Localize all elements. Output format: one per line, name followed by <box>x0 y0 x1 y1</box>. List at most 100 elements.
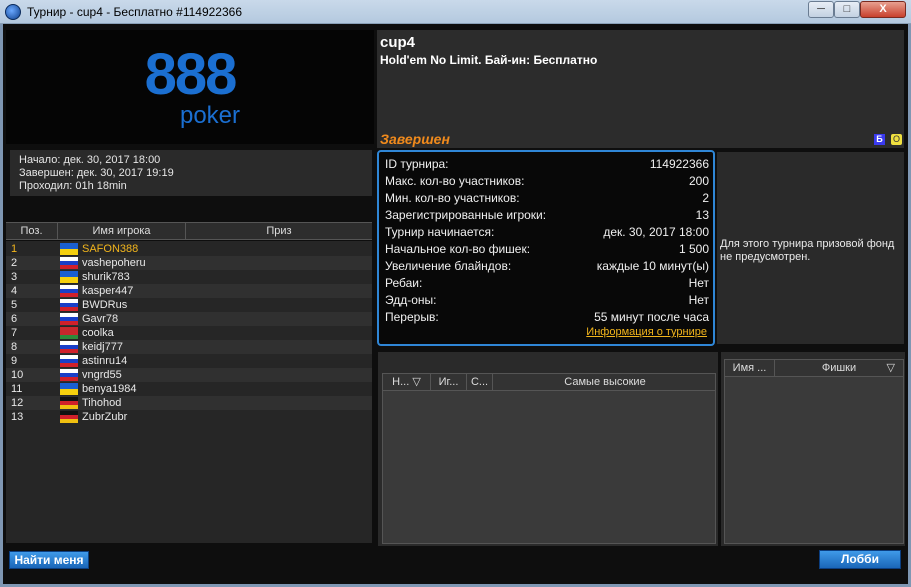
title-bar[interactable]: Турнир - cup4 - Бесплатно #114922366 ─ □… <box>0 0 911 24</box>
col-chips-name[interactable]: Имя ... <box>725 360 775 377</box>
player-row[interactable]: 9 astinru14 <box>6 354 372 368</box>
info-row: Ребаи: Нет <box>385 275 709 292</box>
info-row: Эдд-оны: Нет <box>385 292 709 309</box>
country-flag-icon <box>60 383 78 395</box>
player-row[interactable]: 12 Tihohod <box>6 396 372 410</box>
tournament-name: cup4 <box>380 34 416 51</box>
tournament-info-link[interactable]: Информация о турнире <box>586 326 707 338</box>
info-value: дек. 30, 2017 18:00 <box>603 225 709 239</box>
player-row[interactable]: 1 SAFON388 <box>6 242 372 256</box>
logo-panel: 888 poker <box>6 30 374 144</box>
o-badge-icon: O <box>891 134 902 145</box>
maximize-button[interactable]: □ <box>834 1 860 18</box>
col-table-name[interactable]: Н... ▽ <box>383 374 431 391</box>
minimize-button[interactable]: ─ <box>808 1 834 18</box>
tables-list <box>382 391 716 544</box>
col-chips-label: Фишки <box>821 362 857 374</box>
player-row[interactable]: 2 vashepoheru <box>6 256 372 270</box>
col-prize[interactable]: Приз <box>186 223 372 240</box>
times-panel: Начало: дек. 30, 2017 18:00 Завершен: де… <box>10 150 372 196</box>
player-position: 6 <box>11 313 18 325</box>
finish-time: Завершен: дек. 30, 2017 19:19 <box>19 167 174 179</box>
col-player-name[interactable]: Имя игрока <box>58 223 186 240</box>
col-table-name-label: Н... <box>392 376 410 388</box>
player-row[interactable]: 6 Gavr78 <box>6 312 372 326</box>
info-label: Увеличение блайндов: <box>385 259 512 273</box>
info-value: 55 минут после часа <box>594 310 709 324</box>
player-name: vashepoheru <box>82 257 146 269</box>
logo-888: 888 <box>144 42 238 107</box>
info-value: Нет <box>688 293 709 307</box>
player-position: 10 <box>11 369 24 381</box>
player-name: vngrd55 <box>82 369 122 381</box>
info-value: Нет <box>688 276 709 290</box>
player-position: 8 <box>11 341 18 353</box>
info-value: каждые 10 минут(ы) <box>596 259 709 273</box>
window-title: Турнир - cup4 - Бесплатно #114922366 <box>27 5 242 19</box>
player-row[interactable]: 13 ZubrZubr <box>6 410 372 424</box>
country-flag-icon <box>60 341 78 353</box>
player-row[interactable]: 7 coolka <box>6 326 372 340</box>
country-flag-icon <box>60 257 78 269</box>
player-name: coolka <box>82 327 114 339</box>
tables-header: Н... ▽ Иг... С... Самые высокие <box>382 373 716 391</box>
player-position: 5 <box>11 299 18 311</box>
country-flag-icon <box>60 285 78 297</box>
player-row[interactable]: 10 vngrd55 <box>6 368 372 382</box>
player-row[interactable]: 11 benya1984 <box>6 382 372 396</box>
start-time: Начало: дек. 30, 2017 18:00 <box>19 154 161 166</box>
info-value: 114922366 <box>649 157 709 171</box>
info-label: Мин. кол-во участников: <box>385 191 520 205</box>
info-row: Увеличение блайндов: каждые 10 минут(ы) <box>385 258 709 275</box>
info-row: Перерыв: 55 минут после часа <box>385 309 709 326</box>
country-flag-icon <box>60 271 78 283</box>
info-row: Турнир начинается: дек. 30, 2017 18:00 <box>385 224 709 241</box>
col-table-seats[interactable]: С... <box>467 374 493 391</box>
player-name: keidj777 <box>82 341 123 353</box>
lobby-button[interactable]: Лобби <box>819 550 901 569</box>
info-label: Зарегистрированные игроки: <box>385 208 547 222</box>
country-flag-icon <box>60 355 78 367</box>
info-value: 2 <box>702 191 709 205</box>
tournament-header <box>377 30 904 148</box>
find-me-button[interactable]: Найти меня <box>9 551 89 569</box>
info-row: Мин. кол-во участников: 2 <box>385 190 709 207</box>
col-table-players[interactable]: Иг... <box>431 374 467 391</box>
player-position: 1 <box>11 243 18 255</box>
chips-header: Имя ... Фишки ▽ <box>724 359 904 377</box>
info-row: Начальное кол-во фишек: 1 500 <box>385 241 709 258</box>
player-row[interactable]: 8 keidj777 <box>6 340 372 354</box>
tournament-game: Hold'em No Limit. Бай-ин: Бесплатно <box>380 53 598 67</box>
player-position: 12 <box>11 397 24 409</box>
info-label: Начальное кол-во фишек: <box>385 242 531 256</box>
col-position[interactable]: Поз. <box>6 223 58 240</box>
col-table-highest[interactable]: Самые высокие <box>493 374 717 391</box>
country-flag-icon <box>60 369 78 381</box>
col-chips[interactable]: Фишки ▽ <box>775 360 903 377</box>
info-row: Макс. кол-во участников: 200 <box>385 173 709 190</box>
sort-down-icon: ▽ <box>412 376 421 388</box>
player-name: shurik783 <box>82 271 130 283</box>
player-name: BWDRus <box>82 299 128 311</box>
sort-down-icon: ▽ <box>886 362 895 374</box>
player-position: 2 <box>11 257 18 269</box>
chips-list <box>724 377 904 544</box>
country-flag-icon <box>60 313 78 325</box>
prize-text: Для этого турнира призовой фонд не преду… <box>720 238 895 263</box>
player-row[interactable]: 3 shurik783 <box>6 270 372 284</box>
info-value: 13 <box>695 208 709 222</box>
tournament-info-box: Информация о турнире ID турнира: 11492236… <box>377 150 715 346</box>
player-name: Gavr78 <box>82 313 119 325</box>
player-position: 9 <box>11 355 18 367</box>
player-row[interactable]: 4 kasper447 <box>6 284 372 298</box>
player-name: benya1984 <box>82 383 137 395</box>
player-position: 11 <box>11 383 23 395</box>
info-label: ID турнира: <box>385 157 449 171</box>
b-badge-icon: Б <box>874 134 885 145</box>
player-position: 13 <box>11 411 24 423</box>
player-name: kasper447 <box>82 285 134 297</box>
player-position: 3 <box>11 271 18 283</box>
duration: Проходил: 01h 18min <box>19 180 127 192</box>
close-button[interactable]: X <box>860 1 906 18</box>
player-row[interactable]: 5 BWDRus <box>6 298 372 312</box>
